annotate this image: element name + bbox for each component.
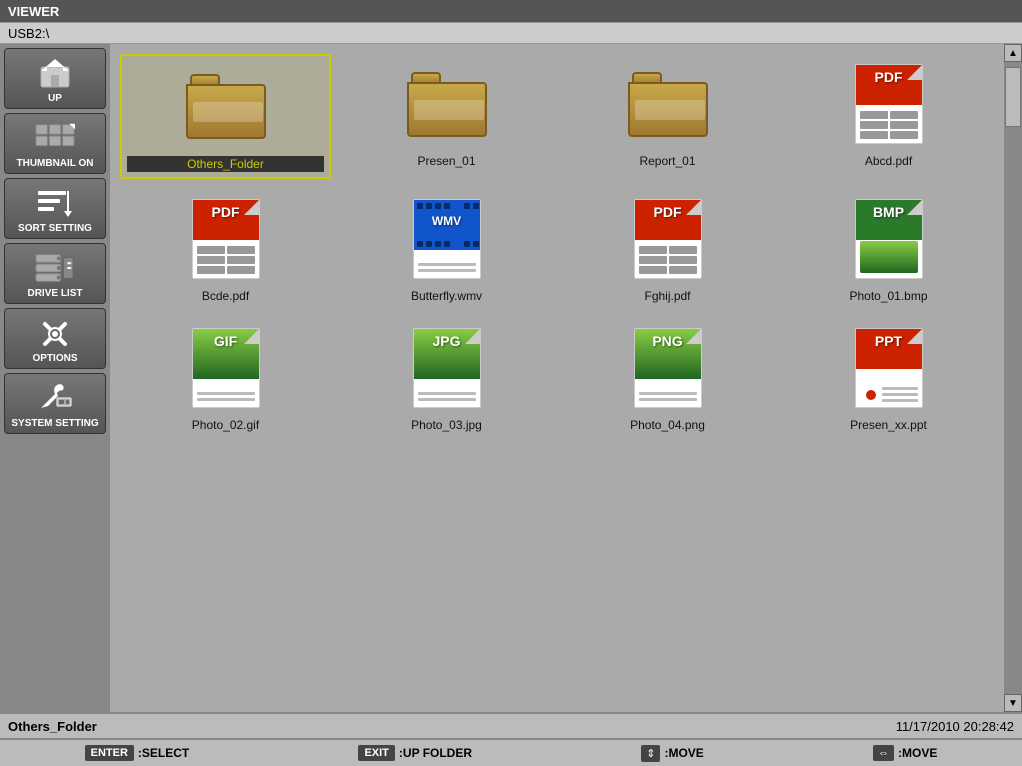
ppt-icon-wrap: PPT bbox=[844, 323, 934, 413]
list-item[interactable]: Others_Folder bbox=[120, 54, 331, 179]
drive-list-icon bbox=[35, 250, 75, 285]
bmp-icon: BMP bbox=[855, 199, 923, 279]
folder-icon bbox=[186, 74, 266, 139]
file-name: Photo_01.bmp bbox=[849, 289, 927, 303]
list-item[interactable]: Presen_01 bbox=[341, 54, 552, 179]
file-name: Presen_xx.ppt bbox=[850, 418, 927, 432]
file-name: Bcde.pdf bbox=[202, 289, 249, 303]
list-item[interactable]: PDF Abcd.pdf bbox=[783, 54, 994, 179]
system-setting-label: SYSTEM SETTING bbox=[11, 418, 98, 429]
app-title: VIEWER bbox=[8, 4, 59, 19]
options-button[interactable]: OPTIONS bbox=[4, 308, 106, 369]
ppt-icon: PPT bbox=[855, 328, 923, 408]
up-button[interactable]: UP bbox=[4, 48, 106, 109]
up-label: UP bbox=[48, 93, 62, 104]
move-v-desc: :MOVE bbox=[664, 746, 703, 760]
scroll-track[interactable] bbox=[1004, 62, 1022, 694]
bottom-item-move-h: ⇔ :MOVE bbox=[873, 745, 937, 761]
file-name: Fghij.pdf bbox=[644, 289, 690, 303]
status-datetime: 11/17/2010 20:28:42 bbox=[896, 719, 1022, 734]
jpg-icon-wrap: JPG bbox=[402, 323, 492, 413]
scroll-down-button[interactable]: ▼ bbox=[1004, 694, 1022, 712]
file-name: Butterfly.wmv bbox=[411, 289, 482, 303]
list-item[interactable]: BMP Photo_01.bmp bbox=[783, 189, 994, 308]
title-bar: VIEWER bbox=[0, 0, 1022, 22]
scrollbar: ▲ ▼ bbox=[1004, 44, 1022, 712]
file-grid: Others_Folder Presen_01 bbox=[110, 44, 1004, 712]
file-name: Photo_02.gif bbox=[192, 418, 259, 432]
move-v-key: ⇕ bbox=[641, 745, 660, 762]
list-item[interactable]: JPG Photo_03.jpg bbox=[341, 318, 552, 437]
file-name: Photo_03.jpg bbox=[411, 418, 482, 432]
scroll-up-button[interactable]: ▲ bbox=[1004, 44, 1022, 62]
wmv-icon: WMV bbox=[413, 199, 481, 279]
drive-list-label: DRIVE LIST bbox=[27, 288, 82, 299]
pdf-icon: PDF bbox=[855, 64, 923, 144]
system-setting-icon bbox=[35, 380, 75, 415]
move-h-key: ⇔ bbox=[873, 745, 894, 761]
folder-icon-wrap bbox=[181, 61, 271, 151]
sort-icon bbox=[35, 185, 75, 220]
sidebar: UP THUMBNAIL ON bbox=[0, 44, 110, 712]
list-item[interactable]: PDF Bcde.pdf bbox=[120, 189, 331, 308]
status-bar: Others_Folder 11/17/2010 20:28:42 bbox=[0, 712, 1022, 738]
options-icon bbox=[35, 315, 75, 350]
file-name: Presen_01 bbox=[417, 154, 475, 168]
main-area: UP THUMBNAIL ON bbox=[0, 44, 1022, 712]
system-setting-button[interactable]: SYSTEM SETTING bbox=[4, 373, 106, 434]
bottom-item-move-v: ⇕ :MOVE bbox=[641, 745, 704, 762]
folder-icon-wrap bbox=[402, 59, 492, 149]
path-bar: USB2:\ bbox=[0, 22, 1022, 44]
enter-key: ENTER bbox=[85, 745, 134, 761]
pdf-icon: PDF bbox=[192, 199, 260, 279]
bottom-item-enter: ENTER :SELECT bbox=[85, 745, 190, 761]
enter-desc: :SELECT bbox=[138, 746, 189, 760]
gif-icon: GIF bbox=[192, 328, 260, 408]
thumbnail-label: THUMBNAIL ON bbox=[16, 158, 93, 169]
bottom-item-exit: EXIT :UP FOLDER bbox=[358, 745, 472, 761]
list-item[interactable]: PNG Photo_04.png bbox=[562, 318, 773, 437]
sort-label: SORT SETTING bbox=[18, 223, 92, 234]
list-item[interactable]: GIF Photo_02.gif bbox=[120, 318, 331, 437]
file-name: Photo_04.png bbox=[630, 418, 705, 432]
pdf-icon-wrap: PDF bbox=[844, 59, 934, 149]
scroll-thumb[interactable] bbox=[1005, 67, 1021, 127]
pdf-icon: PDF bbox=[634, 199, 702, 279]
pdf-icon-wrap: PDF bbox=[623, 194, 713, 284]
bottom-bar: ENTER :SELECT EXIT :UP FOLDER ⇕ :MOVE ⇔ … bbox=[0, 738, 1022, 766]
gif-icon-wrap: GIF bbox=[181, 323, 271, 413]
wmv-icon-wrap: WMV bbox=[402, 194, 492, 284]
list-item[interactable]: PPT Presen_xx.ppt bbox=[783, 318, 994, 437]
list-item[interactable]: Report_01 bbox=[562, 54, 773, 179]
folder-icon bbox=[407, 72, 487, 137]
thumbnail-icon bbox=[35, 120, 75, 155]
up-icon bbox=[35, 55, 75, 90]
list-item[interactable]: PDF Fghij.pdf bbox=[562, 189, 773, 308]
status-filename: Others_Folder bbox=[0, 719, 452, 734]
file-name: Abcd.pdf bbox=[865, 154, 912, 168]
file-name: Report_01 bbox=[639, 154, 695, 168]
current-path: USB2:\ bbox=[8, 26, 49, 41]
folder-icon bbox=[628, 72, 708, 137]
file-name: Others_Folder bbox=[127, 156, 324, 172]
list-item[interactable]: WMV Butterfly.wmv bbox=[341, 189, 552, 308]
thumbnail-button[interactable]: THUMBNAIL ON bbox=[4, 113, 106, 174]
drive-list-button[interactable]: DRIVE LIST bbox=[4, 243, 106, 304]
file-area-wrapper: Others_Folder Presen_01 bbox=[110, 44, 1004, 712]
sort-button[interactable]: SORT SETTING bbox=[4, 178, 106, 239]
jpg-icon: JPG bbox=[413, 328, 481, 408]
options-label: OPTIONS bbox=[32, 353, 77, 364]
png-icon-wrap: PNG bbox=[623, 323, 713, 413]
exit-desc: :UP FOLDER bbox=[399, 746, 472, 760]
png-icon: PNG bbox=[634, 328, 702, 408]
bmp-icon-wrap: BMP bbox=[844, 194, 934, 284]
move-h-desc: :MOVE bbox=[898, 746, 937, 760]
folder-icon-wrap bbox=[623, 59, 713, 149]
exit-key: EXIT bbox=[358, 745, 394, 761]
pdf-icon-wrap: PDF bbox=[181, 194, 271, 284]
